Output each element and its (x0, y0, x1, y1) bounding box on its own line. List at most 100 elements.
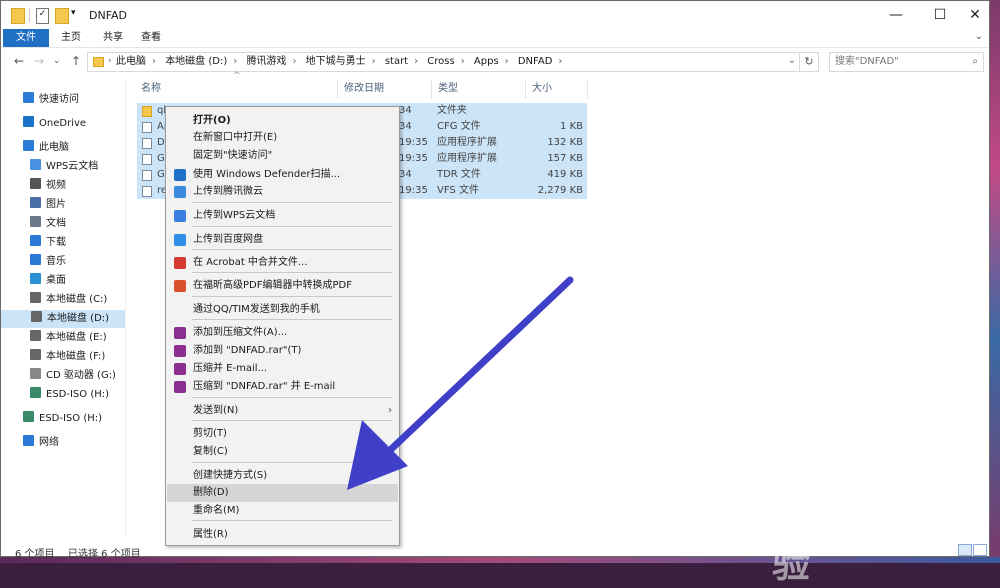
nav-item-label: OneDrive (39, 118, 87, 129)
crumb[interactable]: Apps (474, 56, 499, 67)
defender-icon (174, 169, 186, 181)
menu-item[interactable]: 固定到"快速访问" (167, 147, 398, 165)
column-separator[interactable] (587, 79, 588, 99)
column-date[interactable]: 修改日期 (344, 81, 384, 97)
nav-item-label: 图片 (46, 199, 66, 210)
customize-quick-access-icon[interactable]: ▾ (71, 8, 76, 22)
chevron-right-icon: › (371, 56, 376, 67)
file-time: 34 (399, 121, 412, 132)
recent-locations-icon[interactable]: ⌄ (53, 56, 61, 66)
search-icon[interactable]: ⌕ (972, 53, 978, 71)
column-name[interactable]: 名称 (141, 81, 161, 97)
menu-item[interactable]: 重命名(M) (167, 502, 398, 520)
folder-icon (11, 8, 25, 24)
chevron-right-icon: › (460, 56, 465, 67)
column-size[interactable]: 大小 (532, 81, 552, 97)
crumb[interactable]: start (385, 56, 408, 67)
menu-item[interactable]: 使用 Windows Defender扫描... (167, 166, 398, 184)
expand-ribbon-icon[interactable]: ⌄ (975, 31, 983, 42)
menu-item[interactable]: 上传到WPS云文档 (167, 207, 398, 225)
menu-separator (192, 520, 392, 521)
crumb[interactable]: Cross (427, 56, 454, 67)
nav-item[interactable]: 本地磁盘 (C:) (30, 291, 150, 309)
menu-item-label: 通过QQ/TIM发送到我的手机 (193, 304, 320, 315)
nav-item[interactable]: CD 驱动器 (G:) (30, 367, 150, 385)
baidu-watermark: Bai百度经验 jingyan.baidu.com (760, 478, 990, 586)
close-button[interactable]: ✕ (962, 5, 988, 25)
forward-arrow-icon[interactable]: → (34, 54, 44, 68)
properties-icon[interactable]: ✓ (36, 8, 49, 24)
nav-item[interactable]: ESD-ISO (H:) (30, 386, 150, 404)
menu-item[interactable]: 通过QQ/TIM发送到我的手机 (167, 301, 398, 319)
file-icon (142, 122, 152, 133)
crumb[interactable]: 地下城与勇士 (306, 56, 366, 67)
crumb[interactable]: 腾讯游戏 (246, 56, 286, 67)
menu-item[interactable]: 删除(D) (167, 484, 398, 502)
acrobat-icon (174, 257, 186, 269)
nav-item[interactable]: 桌面 (30, 272, 150, 290)
new-folder-icon[interactable] (55, 8, 69, 24)
nav-item[interactable]: 本地磁盘 (D:) (1, 310, 125, 328)
nav-item[interactable]: 文档 (30, 215, 150, 233)
menu-separator (192, 226, 392, 227)
menu-separator (192, 202, 392, 203)
selection-count: 已选择 6 个项目 (68, 549, 141, 560)
nav-item[interactable]: 下载 (30, 234, 150, 252)
nav-item[interactable]: WPS云文档 (30, 158, 150, 176)
column-separator[interactable] (337, 79, 338, 99)
nav-item-label: 此电脑 (39, 142, 69, 153)
pane-divider[interactable] (125, 77, 126, 539)
nav-item[interactable]: 本地磁盘 (F:) (30, 348, 150, 366)
menu-item[interactable]: 压缩并 E-mail... (167, 360, 398, 378)
search-input[interactable]: 搜索"DNFAD" ⌕ (829, 52, 984, 72)
menu-item[interactable]: 创建快捷方式(S) (167, 467, 398, 485)
chevron-right-icon: › (388, 405, 392, 416)
dropdown-icon[interactable]: ⌄ (788, 55, 796, 66)
crumb[interactable]: 此电脑 (116, 56, 146, 67)
chevron-right-icon: › (292, 56, 297, 67)
menu-item[interactable]: 上传到腾讯微云 (167, 183, 398, 201)
menu-item[interactable]: 剪切(T) (167, 425, 398, 443)
menu-item[interactable]: 压缩到 "DNFAD.rar" 并 E-mail (167, 378, 398, 396)
file-type: VFS 文件 (437, 185, 479, 196)
menu-item[interactable]: 打开(O) (167, 112, 398, 130)
menu-item[interactable]: 添加到压缩文件(A)... (167, 324, 398, 342)
column-separator[interactable] (431, 79, 432, 99)
tab-file[interactable]: 文件 (3, 29, 49, 47)
menu-item[interactable]: 在福昕高级PDF编辑器中转换成PDF (167, 277, 398, 295)
menu-item[interactable]: 在新窗口中打开(E) (167, 129, 398, 147)
menu-item[interactable]: 添加到 "DNFAD.rar"(T) (167, 342, 398, 360)
maximize-button[interactable]: ☐ (927, 5, 953, 25)
file-size: 132 KB (547, 137, 583, 148)
crumb[interactable]: DNFAD (518, 56, 553, 67)
menu-separator (192, 296, 392, 297)
refresh-icon[interactable]: ↻ (799, 53, 818, 71)
menu-separator (192, 319, 392, 320)
context-menu: 打开(O) 在新窗口中打开(E) 固定到"快速访问" 使用 Windows Defen… (165, 106, 400, 546)
nav-item[interactable]: 音乐 (30, 253, 150, 271)
menu-item-label: 固定到"快速访问" (193, 150, 273, 161)
menu-item-label: 剪切(T) (193, 428, 227, 439)
nav-item[interactable]: 图片 (30, 196, 150, 214)
minimize-button[interactable]: — (883, 5, 909, 25)
chevron-right-icon: › (108, 56, 112, 66)
column-separator[interactable] (525, 79, 526, 99)
picture-icon (30, 197, 41, 208)
menu-item[interactable]: 属性(R) (167, 526, 398, 544)
menu-item[interactable]: 上传到百度网盘 (167, 231, 398, 249)
nav-item[interactable]: 本地磁盘 (E:) (30, 329, 150, 347)
up-arrow-icon[interactable]: ↑ (71, 54, 81, 68)
tab-share[interactable]: 共享 (98, 29, 128, 47)
menu-item[interactable]: 在 Acrobat 中合并文件... (167, 254, 398, 272)
crumb[interactable]: 本地磁盘 (D:) (165, 56, 227, 67)
tab-view[interactable]: 查看 (136, 29, 166, 47)
menu-item-label: 上传到WPS云文档 (193, 210, 276, 221)
menu-item[interactable]: 复制(C) (167, 443, 398, 461)
nav-item[interactable]: 视频 (30, 177, 150, 195)
weiyun-icon (174, 186, 186, 198)
column-type[interactable]: 类型 (438, 81, 458, 97)
back-arrow-icon[interactable]: ← (14, 54, 24, 68)
address-bar[interactable]: › 此电脑 › 本地磁盘 (D:) › 腾讯游戏 › 地下城与勇士 › start › C… (87, 52, 819, 72)
menu-item[interactable]: 发送到(N) › (167, 402, 398, 420)
tab-home[interactable]: 主页 (56, 29, 86, 47)
